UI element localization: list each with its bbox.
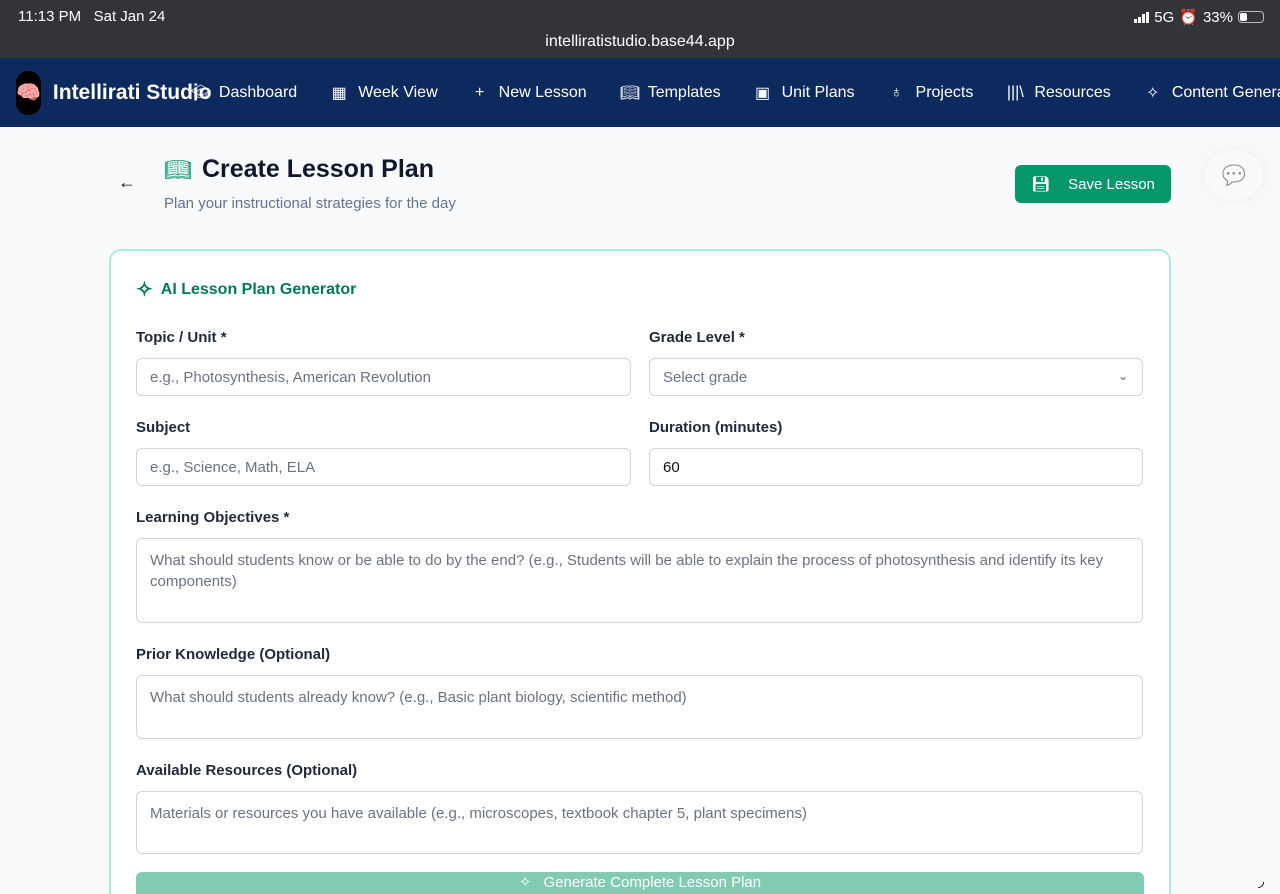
grade-select-value: Select grade bbox=[663, 368, 748, 386]
nav-dashboard[interactable]: 🎓︎ Dashboard bbox=[191, 83, 297, 103]
lightbulb-icon: ♁ bbox=[890, 83, 903, 101]
page-title-text: Create Lesson Plan bbox=[201, 155, 434, 183]
brain-logo-icon[interactable]: 🧠 bbox=[16, 70, 41, 115]
duration-label: Duration (minutes) bbox=[649, 419, 783, 436]
status-bar: 11:13 PM Sat Jan 24 5G ⏰ 33% intellirati… bbox=[0, 0, 1280, 58]
nav-projects[interactable]: ♁ Projects bbox=[888, 84, 974, 102]
resources-label: Available Resources (Optional) bbox=[136, 762, 358, 779]
battery-percent: 33% bbox=[1202, 8, 1233, 26]
resources-textarea[interactable]: Materials or resources you have availabl… bbox=[136, 791, 1143, 854]
library-icon: |||\ bbox=[1006, 83, 1024, 101]
resize-handle-icon: ◞ bbox=[1258, 873, 1265, 890]
prior-knowledge-textarea[interactable]: What should students already know? (e.g.… bbox=[136, 675, 1143, 739]
nav-label: Projects bbox=[915, 83, 974, 101]
generate-lesson-plan-button[interactable]: ✧ Generate Complete Lesson Plan bbox=[136, 872, 1144, 894]
url-bar[interactable]: intelliratistudio.base44.app bbox=[0, 33, 1280, 51]
nav-content-generator[interactable]: ✧ Content Genera bbox=[1144, 83, 1280, 103]
card-title-text: AI Lesson Plan Generator bbox=[160, 280, 357, 298]
calendar-icon: ▦ bbox=[331, 84, 347, 102]
book-open-icon: 📖︎ bbox=[619, 84, 640, 102]
nav-resources[interactable]: |||\ Resources bbox=[1006, 83, 1111, 102]
battery-icon bbox=[1238, 11, 1264, 23]
card-title: ✧ AI Lesson Plan Generator bbox=[136, 277, 356, 302]
network-label: 5G bbox=[1154, 8, 1175, 26]
chevron-down-icon: ⌄ bbox=[1117, 369, 1128, 383]
objectives-label: Learning Objectives * bbox=[136, 509, 290, 526]
nav-label: Resources bbox=[1034, 83, 1111, 101]
save-icon: 💾︎ bbox=[1031, 176, 1051, 193]
graduation-cap-icon: 🎓︎ bbox=[190, 84, 212, 102]
nav-label: Dashboard bbox=[218, 83, 298, 101]
brand-name[interactable]: Intellirati Studio bbox=[53, 78, 212, 108]
nav-label: New Lesson bbox=[498, 83, 587, 101]
book-open-icon: 📖︎ bbox=[164, 156, 192, 182]
grade-select[interactable]: Select grade ⌄ bbox=[649, 358, 1143, 396]
nav-label: Content Genera bbox=[1171, 83, 1280, 101]
folder-icon: ▣ bbox=[755, 84, 771, 102]
sparkles-icon: ✧ bbox=[136, 279, 153, 301]
generate-label: Generate Complete Lesson Plan bbox=[543, 874, 762, 891]
subject-label: Subject bbox=[136, 419, 191, 436]
page-title: 📖︎ Create Lesson Plan bbox=[164, 155, 434, 184]
grade-label: Grade Level * bbox=[649, 329, 745, 346]
nav-templates[interactable]: 📖︎ Templates bbox=[620, 83, 721, 103]
plus-icon: + bbox=[474, 83, 485, 101]
objectives-textarea[interactable]: What should students know or be able to … bbox=[136, 538, 1143, 623]
nav-new-lesson[interactable]: + New Lesson bbox=[471, 84, 587, 102]
nav-week-view[interactable]: ▦ Week View bbox=[330, 83, 438, 103]
nav-label: Templates bbox=[647, 83, 721, 101]
signal-icon bbox=[1134, 11, 1150, 23]
nav-label: Unit Plans bbox=[781, 83, 855, 101]
back-arrow-icon[interactable]: ← bbox=[118, 172, 136, 193]
nav-label: Week View bbox=[358, 83, 438, 101]
save-label: Save Lesson bbox=[1068, 175, 1155, 193]
status-time: 11:13 PM Sat Jan 24 bbox=[18, 8, 166, 25]
duration-input[interactable]: 60 bbox=[649, 448, 1143, 486]
subject-input[interactable]: e.g., Science, Math, ELA bbox=[136, 448, 631, 486]
alarm-icon: ⏰ bbox=[1179, 9, 1198, 26]
chat-feedback-icon[interactable]: 💬︎ bbox=[1205, 150, 1263, 200]
save-lesson-button[interactable]: 💾︎ Save Lesson bbox=[1015, 165, 1171, 203]
prior-knowledge-label: Prior Knowledge (Optional) bbox=[136, 646, 331, 663]
sparkles-icon: ✧ bbox=[1146, 84, 1160, 102]
page-subtitle: Plan your instructional strategies for t… bbox=[164, 195, 456, 212]
status-indicators: 5G ⏰ 33% bbox=[1134, 8, 1264, 26]
nav-unit-plans[interactable]: ▣ Unit Plans bbox=[754, 83, 855, 103]
topic-input[interactable]: e.g., Photosynthesis, American Revolutio… bbox=[136, 358, 631, 396]
top-nav: 🧠 Intellirati Studio 🎓︎ Dashboard ▦ Week V… bbox=[0, 58, 1280, 127]
sparkles-icon: ✧ bbox=[518, 874, 532, 891]
topic-label: Topic / Unit * bbox=[136, 329, 227, 346]
